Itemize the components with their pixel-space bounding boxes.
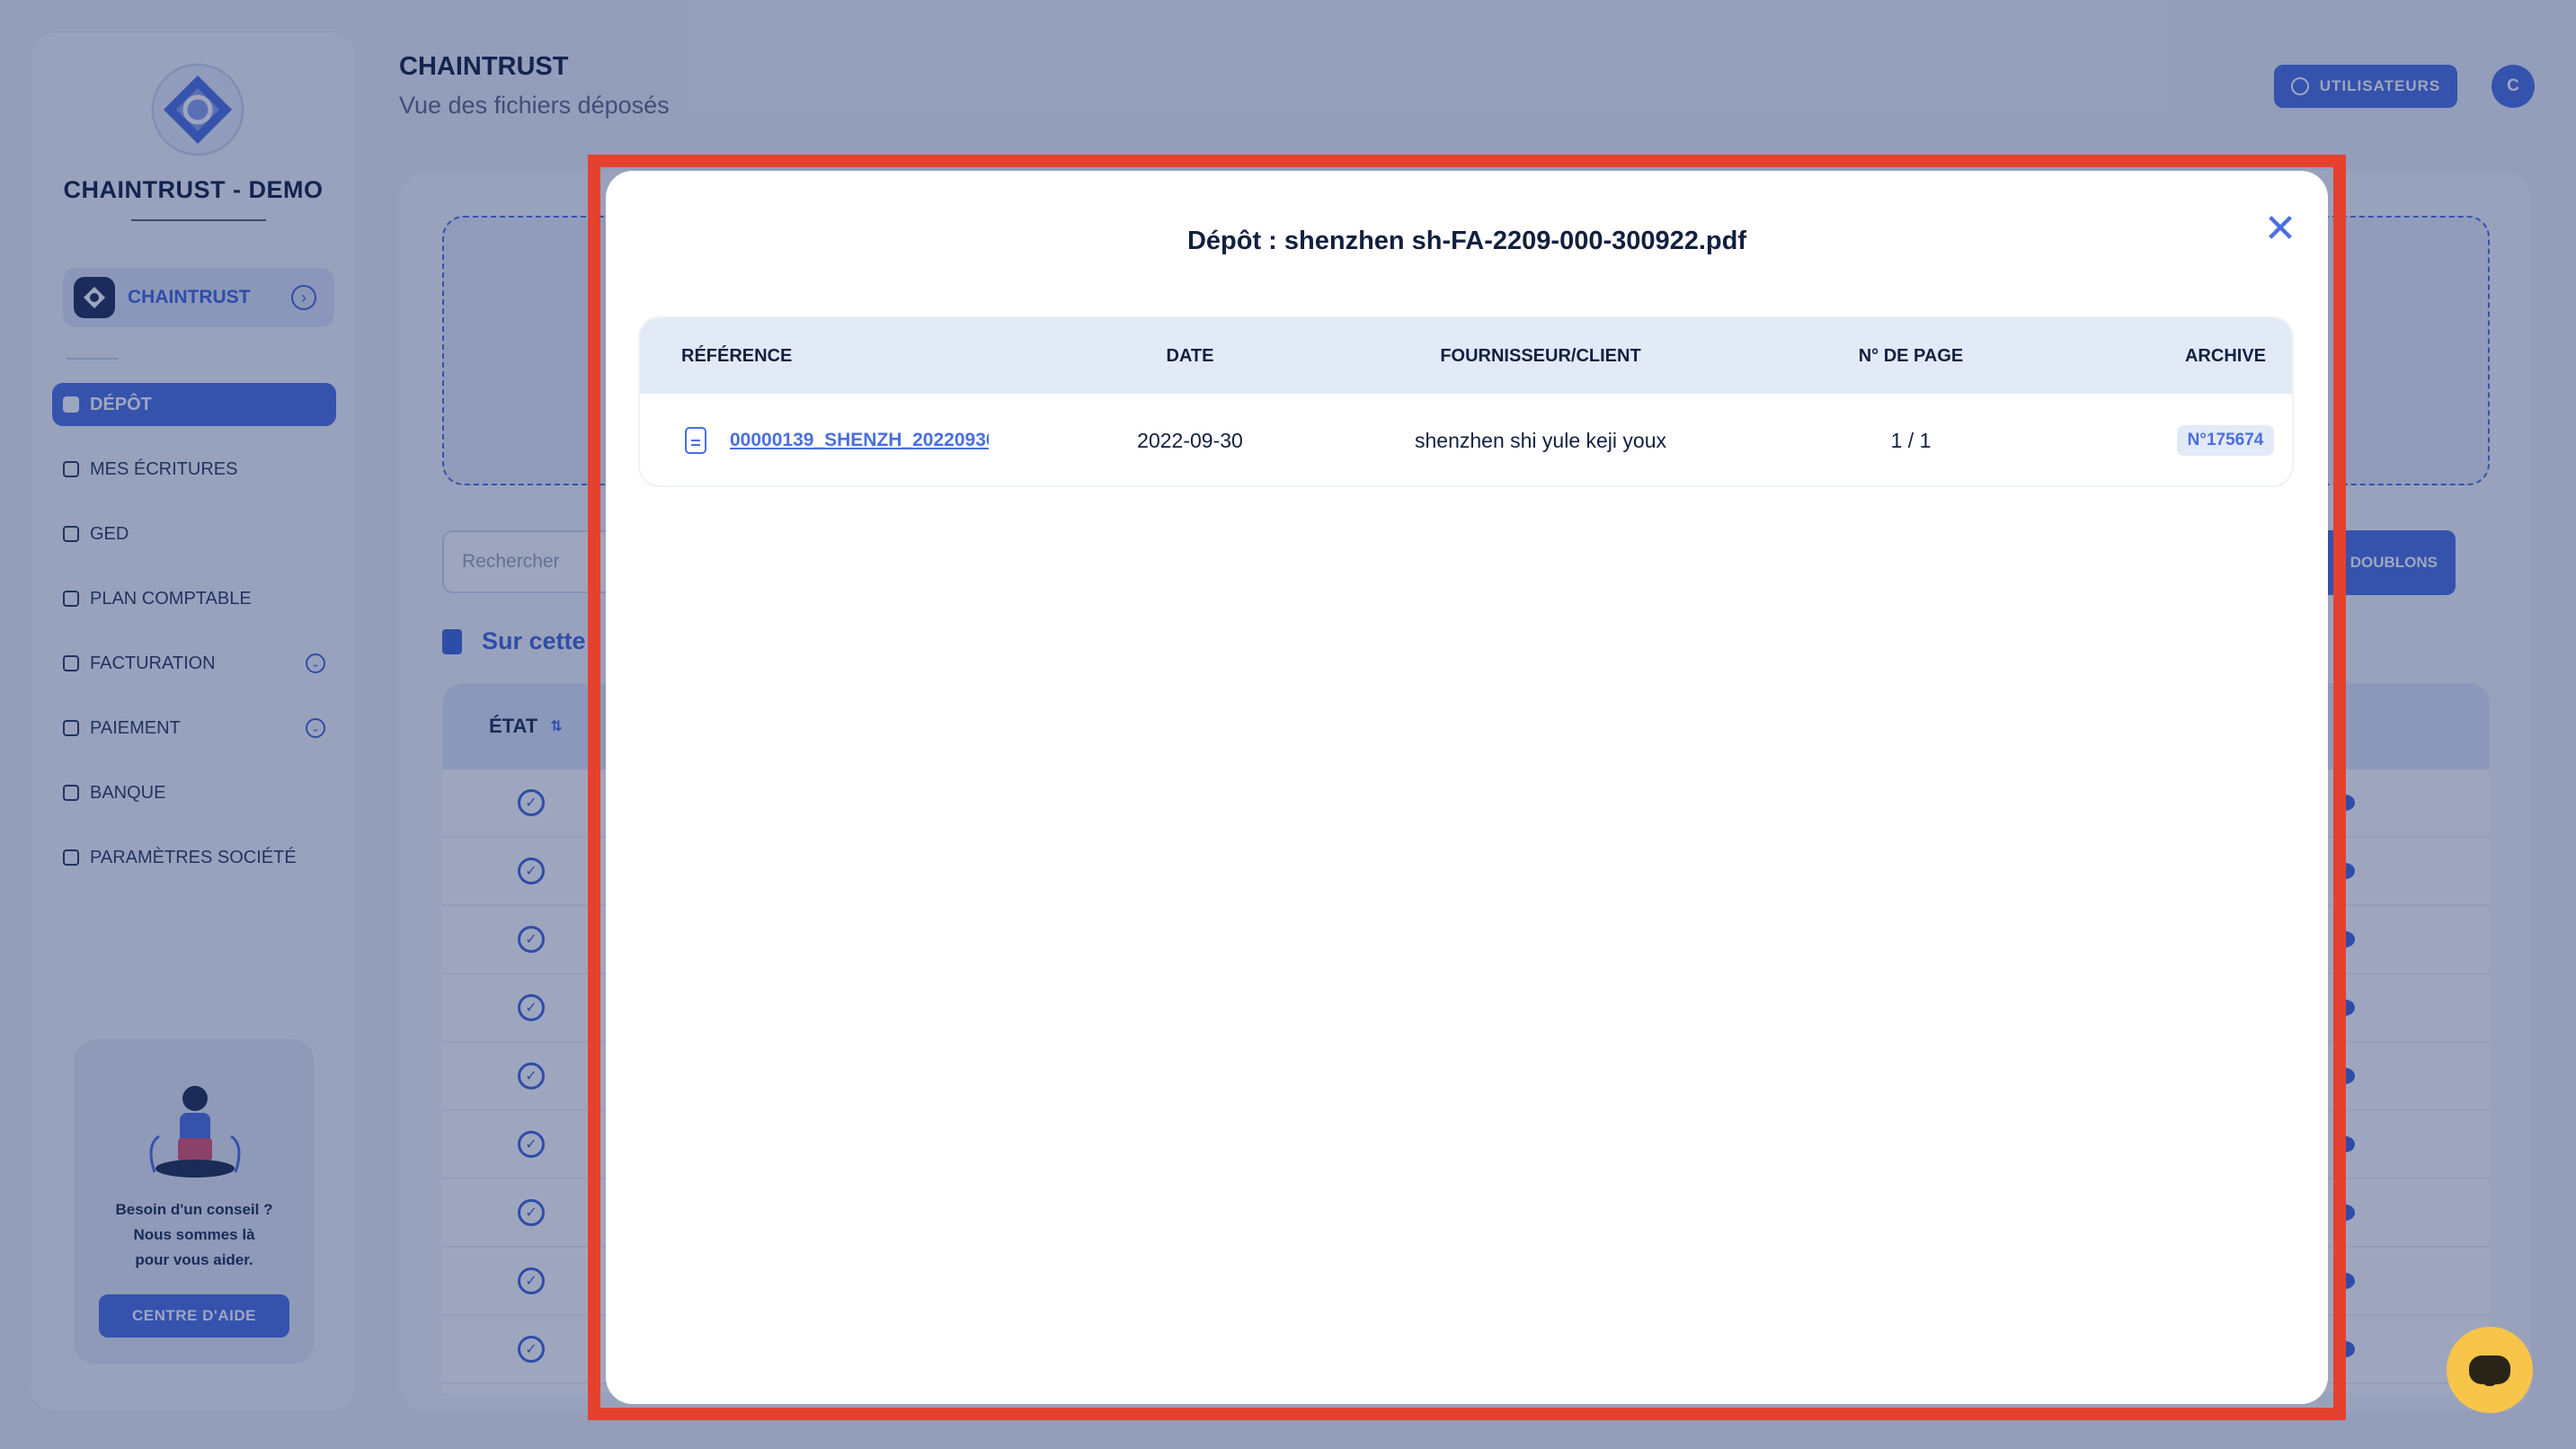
date-cell: 2022-09-30 xyxy=(1137,428,1243,452)
column-header-page: N° DE PAGE xyxy=(1858,345,1964,366)
reference-cell: 00000139_SHENZH_20220930 xyxy=(685,427,989,454)
column-header-archive: ARCHIVE xyxy=(2184,345,2266,366)
fournisseur-cell: shenzhen shi yule keji youx xyxy=(1415,428,1666,452)
document-icon xyxy=(685,427,706,454)
column-header-fournisseur: FOURNISSEUR/CLIENT xyxy=(1440,345,1641,366)
table-header: RÉFÉRENCE DATE FOURNISSEUR/CLIENT N° DE … xyxy=(640,318,2292,394)
archive-cell: N°175674 xyxy=(2091,425,2292,456)
modal-title: Dépôt : shenzhen sh-FA-2209-000-300922.p… xyxy=(1186,227,1747,255)
deposit-detail-modal: Dépôt : shenzhen sh-FA-2209-000-300922.p… xyxy=(606,171,2328,1404)
archive-badge[interactable]: N°175674 xyxy=(2176,425,2275,456)
page-cell: 1 / 1 xyxy=(1890,428,1932,452)
app-root: CHAINTRUST - DEMO CHAINTRUST › DÉPÔT MES… xyxy=(0,0,2576,1449)
reference-link[interactable]: 00000139_SHENZH_20220930 xyxy=(730,430,989,451)
chat-support-button[interactable] xyxy=(2447,1327,2533,1413)
table-row: 00000139_SHENZH_20220930 2022-09-30 shen… xyxy=(640,394,2292,485)
column-header-reference: RÉFÉRENCE xyxy=(681,345,793,366)
chat-bubble-icon xyxy=(2469,1356,2510,1386)
deposit-detail-table: RÉFÉRENCE DATE FOURNISSEUR/CLIENT N° DE … xyxy=(638,316,2294,487)
column-header-date: DATE xyxy=(1166,345,1214,366)
close-icon[interactable]: ✕ xyxy=(2258,207,2303,252)
